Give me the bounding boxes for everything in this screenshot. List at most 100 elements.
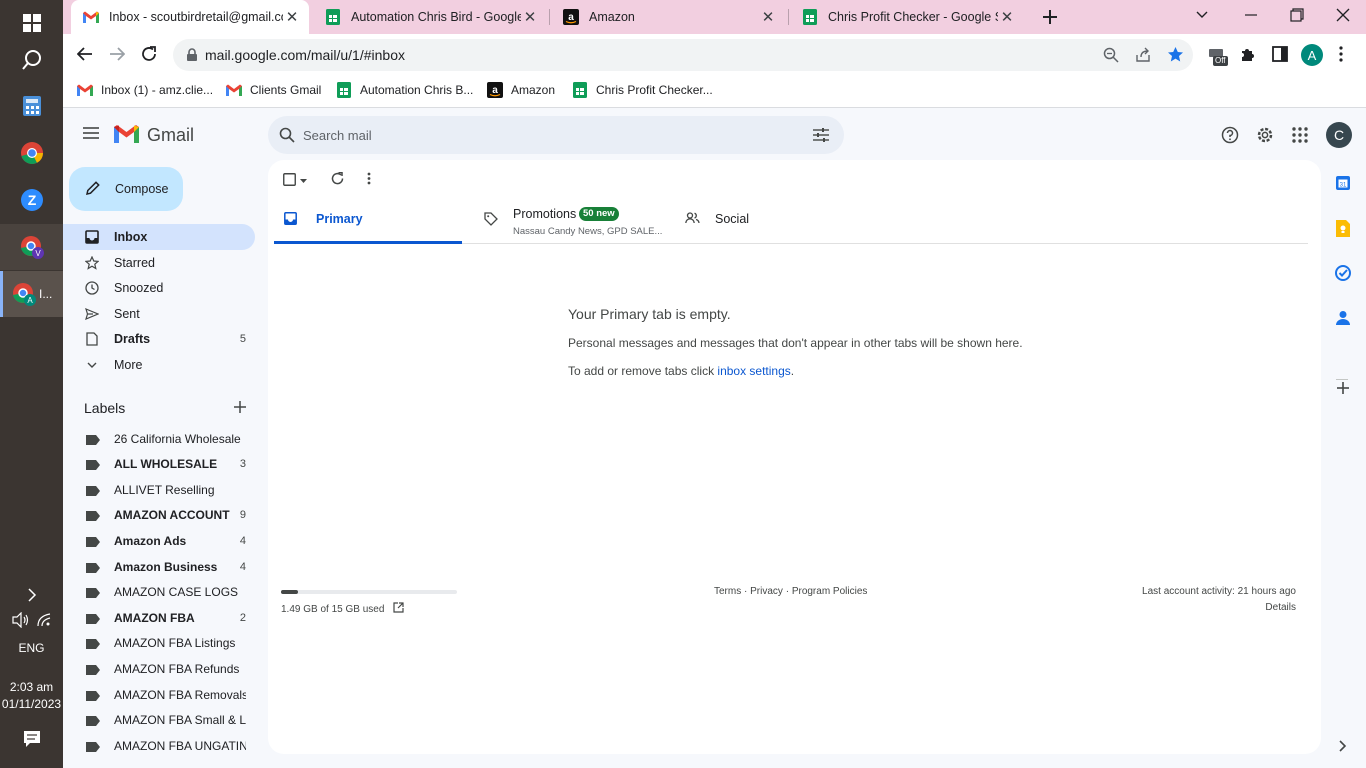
browser-tab-amazon[interactable]: a Amazon ✕ <box>551 0 785 34</box>
reload-icon[interactable] <box>141 46 157 65</box>
contacts-icon[interactable] <box>1333 308 1353 328</box>
extension-off-icon[interactable]: Off <box>1207 45 1229 67</box>
keep-icon[interactable] <box>1333 218 1353 238</box>
label-item[interactable]: ALLIVET Reselling <box>63 477 255 502</box>
back-icon[interactable] <box>76 46 93 65</box>
label-item[interactable]: AMAZON FBA Refunds <box>63 656 255 681</box>
refresh-icon[interactable] <box>331 171 344 188</box>
label-item[interactable]: ALL WHOLESALE 3 <box>63 452 255 477</box>
footer-separator: · <box>741 586 751 597</box>
bookmark-star-icon[interactable] <box>1167 46 1184 66</box>
compose-button[interactable]: Compose <box>69 167 183 211</box>
gmail-logo-icon <box>114 124 139 146</box>
chrome-profile-a-icon[interactable]: A I... <box>0 271 63 317</box>
search-input[interactable]: Search mail <box>303 128 372 143</box>
main-menu-icon[interactable] <box>83 127 99 142</box>
zoom-icon[interactable] <box>1103 47 1119 66</box>
select-all-checkbox[interactable] <box>283 172 307 187</box>
wifi-icon[interactable] <box>36 612 52 630</box>
close-tab-icon[interactable]: ✕ <box>998 8 1016 26</box>
menu-kebab-icon[interactable] <box>1339 46 1343 65</box>
notification-icon[interactable] <box>0 716 63 762</box>
close-tab-icon[interactable]: ✕ <box>521 8 539 26</box>
sidebar-item-drafts[interactable]: Drafts 5 <box>63 326 255 352</box>
extensions-puzzle-icon[interactable] <box>1240 46 1256 65</box>
apps-grid-icon[interactable] <box>1292 127 1308 146</box>
label-item[interactable]: Amazon Business 4 <box>63 554 255 579</box>
calendar-icon[interactable]: 31 <box>1333 173 1353 193</box>
zoom-icon[interactable]: Z <box>0 177 63 223</box>
browser-tab-inbox[interactable]: Inbox - scoutbirdretail@gmail.com ✕ <box>71 0 309 34</box>
close-window-icon[interactable] <box>1336 8 1350 25</box>
browser-tab-profit-checker[interactable]: Chris Profit Checker - Google Sh ✕ <box>790 0 1024 34</box>
chrome-profile-v-icon[interactable]: V <box>0 224 63 270</box>
help-icon[interactable] <box>1221 126 1239 147</box>
search-bar[interactable]: Search mail <box>268 116 844 154</box>
label-item[interactable]: AMAZON CASE LOGS <box>63 580 255 605</box>
sidebar-item-sent[interactable]: Sent <box>63 301 255 327</box>
settings-gear-icon[interactable] <box>1256 126 1274 147</box>
tab-search-icon[interactable] <box>1195 8 1209 25</box>
speaker-icon[interactable] <box>12 611 30 630</box>
site-info-icon[interactable] <box>186 48 198 65</box>
calculator-icon[interactable] <box>0 83 63 129</box>
gmail-logo[interactable]: Gmail <box>114 124 194 146</box>
program-policies-link[interactable]: Program Policies <box>792 586 868 597</box>
search-icon[interactable] <box>0 37 63 83</box>
bookmark-amazon[interactable]: a Amazon <box>487 82 555 98</box>
profile-avatar[interactable]: A <box>1301 44 1323 66</box>
label-item[interactable]: 26 California Wholesale <box>63 426 255 451</box>
terms-link[interactable]: Terms <box>714 586 741 597</box>
bookmark-profit-checker[interactable]: Chris Profit Checker... <box>572 82 713 98</box>
sidebar-item-inbox[interactable]: Inbox <box>63 224 255 250</box>
label-item[interactable]: AMAZON FBA Removals <box>63 682 255 707</box>
inbox-icon <box>84 229 100 245</box>
close-tab-icon[interactable]: ✕ <box>283 8 301 26</box>
details-link[interactable]: Details <box>1142 602 1296 613</box>
inbox-settings-link[interactable]: inbox settings <box>717 364 790 378</box>
label-item[interactable]: AMAZON FBA 2 <box>63 605 255 630</box>
account-avatar[interactable]: C <box>1326 122 1352 148</box>
label-item[interactable]: AMAZON FBA UNGATING <box>63 733 255 758</box>
bookmark-inbox[interactable]: Inbox (1) - amz.clie... <box>77 82 213 98</box>
new-tab-button[interactable] <box>1040 7 1060 27</box>
add-label-icon[interactable] <box>234 401 246 416</box>
browser-tab-automation[interactable]: Automation Chris Bird - Google ✕ <box>313 0 547 34</box>
language-indicator[interactable]: ENG <box>0 641 63 655</box>
close-tab-icon[interactable]: ✕ <box>759 8 777 26</box>
label-item[interactable]: AMAZON FBA Listings <box>63 631 255 656</box>
label-item[interactable]: AMAZON ACCOUNT 9 <box>63 503 255 528</box>
bookmark-automation[interactable]: Automation Chris B... <box>336 82 473 98</box>
tab-primary[interactable]: Primary <box>274 190 462 244</box>
chevron-right-icon[interactable] <box>1333 736 1353 756</box>
url-text[interactable]: mail.google.com/mail/u/1/#inbox <box>205 47 405 63</box>
bookmark-clients-gmail[interactable]: Clients Gmail <box>226 82 321 98</box>
tasks-icon[interactable] <box>1333 263 1353 283</box>
tab-promotions[interactable]: Promotions 50 new Nassau Candy News, GPD… <box>462 190 674 244</box>
sidebar-item-more[interactable]: More <box>63 352 255 378</box>
restore-icon[interactable] <box>1290 8 1304 25</box>
more-options-icon[interactable] <box>367 172 371 188</box>
open-external-icon[interactable] <box>393 602 405 616</box>
address-bar[interactable]: mail.google.com/mail/u/1/#inbox <box>173 39 1193 71</box>
share-icon[interactable] <box>1135 47 1151 66</box>
clock-time[interactable]: 2:03 am <box>0 680 63 694</box>
caret-down-icon[interactable] <box>300 172 307 187</box>
search-icon[interactable] <box>279 127 295 146</box>
sidebar-item-starred[interactable]: Starred <box>63 250 255 276</box>
label-item[interactable]: Amazon Ads 4 <box>63 528 255 553</box>
tab-social[interactable]: Social <box>674 190 874 244</box>
chevron-right-icon[interactable] <box>0 573 63 617</box>
sidebar-item-snoozed[interactable]: Snoozed <box>63 275 255 301</box>
side-panel-icon[interactable] <box>1272 46 1288 65</box>
add-addon-icon[interactable] <box>1333 378 1353 398</box>
chrome-icon[interactable] <box>0 130 63 176</box>
clock-date[interactable]: 01/11/2023 <box>0 697 63 711</box>
bookmark-label: Amazon <box>511 83 556 97</box>
minimize-icon[interactable] <box>1244 8 1258 25</box>
forward-icon[interactable] <box>109 46 126 65</box>
label-count: 4 <box>239 560 246 573</box>
privacy-link[interactable]: Privacy <box>750 586 783 597</box>
label-item[interactable]: AMAZON FBA Small & Li... <box>63 708 255 733</box>
search-options-icon[interactable] <box>813 128 829 145</box>
